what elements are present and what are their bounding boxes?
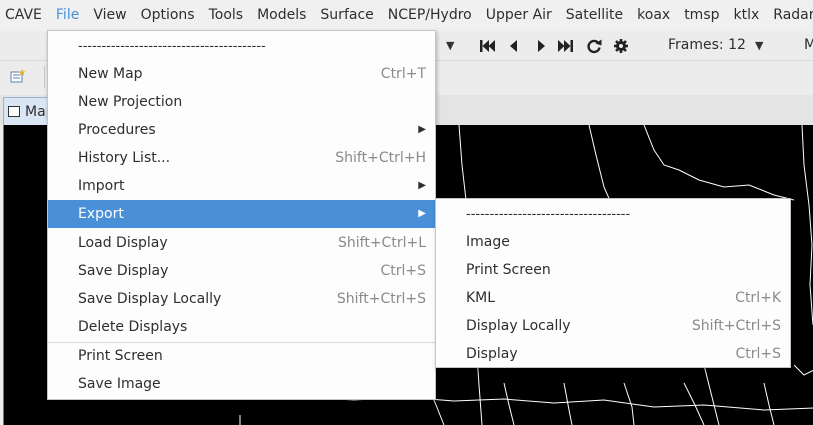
submenu-item-kml[interactable]: KML Ctrl+K [436, 284, 790, 312]
menu-upper-air[interactable]: Upper Air [479, 0, 559, 31]
properties-icon[interactable] [10, 68, 26, 84]
submenu-arrow-icon: ▶ [418, 180, 426, 191]
map-tab-icon [8, 106, 20, 117]
file-menu: ----------------------------------------… [47, 30, 436, 400]
submenu-item-image[interactable]: Image [436, 228, 790, 256]
menu-options[interactable]: Options [134, 0, 202, 31]
submenu-item-print-screen[interactable]: Print Screen [436, 256, 790, 284]
first-frame-icon[interactable] [478, 37, 496, 55]
menu-bar: CAVE File View Options Tools Models Surf… [0, 0, 813, 32]
menu-item-procedures[interactable]: Procedures ▶ [48, 116, 435, 144]
toolbar-trailing-text[interactable]: M [804, 31, 813, 60]
menu-ktlx[interactable]: ktlx [727, 0, 767, 31]
menu-item-history-list[interactable]: History List... Shift+Ctrl+H [48, 144, 435, 172]
frames-count-label[interactable]: Frames: 12 [668, 31, 746, 60]
menu-item-export[interactable]: Export ▶ [48, 200, 435, 228]
menu-item-save-display[interactable]: Save Display Ctrl+S [48, 257, 435, 285]
menu-tools[interactable]: Tools [202, 0, 251, 31]
menu-item-save-image[interactable]: Save Image [48, 370, 435, 398]
menu-ncep-hydro[interactable]: NCEP/Hydro [381, 0, 479, 31]
frames-dropdown-caret-icon[interactable]: ▼ [755, 31, 763, 60]
toolbar-separator [44, 66, 45, 88]
menu-item-load-display[interactable]: Load Display Shift+Ctrl+L [48, 229, 435, 257]
menu-item-new-map[interactable]: New Map Ctrl+T [48, 60, 435, 88]
submenu-item-display[interactable]: Display Ctrl+S [436, 340, 790, 368]
menu-item-new-projection[interactable]: New Projection [48, 88, 435, 116]
menu-cave[interactable]: CAVE [0, 0, 49, 31]
menu-surface[interactable]: Surface [313, 0, 380, 31]
menu-tmsp[interactable]: tmsp [677, 0, 726, 31]
settings-icon[interactable] [612, 37, 630, 55]
menu-view[interactable]: View [86, 0, 133, 31]
menu-item-delete-displays[interactable]: Delete Displays [48, 313, 435, 341]
submenu-arrow-icon: ▶ [418, 208, 426, 219]
menu-item-import[interactable]: Import ▶ [48, 172, 435, 200]
menu-item-print-screen[interactable]: Print Screen [48, 342, 435, 370]
loop-icon[interactable] [585, 37, 603, 55]
menu-models[interactable]: Models [250, 0, 313, 31]
step-back-icon[interactable] [505, 37, 523, 55]
menu-radar[interactable]: Radar [766, 0, 813, 31]
step-forward-icon[interactable] [532, 37, 550, 55]
file-menu-tearoff[interactable]: ---------------------------------------- [48, 33, 435, 61]
menu-file[interactable]: File [49, 0, 86, 31]
submenu-item-display-locally[interactable]: Display Locally Shift+Ctrl+S [436, 312, 790, 340]
last-frame-icon[interactable] [557, 37, 575, 55]
export-submenu: ----------------------------------- Imag… [435, 198, 791, 368]
menu-satellite[interactable]: Satellite [559, 0, 630, 31]
submenu-arrow-icon: ▶ [418, 124, 426, 135]
menu-item-save-display-locally[interactable]: Save Display Locally Shift+Ctrl+S [48, 285, 435, 313]
toolbar-dropdown-caret-icon[interactable]: ▼ [446, 31, 454, 60]
menu-koax[interactable]: koax [630, 0, 677, 31]
export-submenu-tearoff[interactable]: ----------------------------------- [436, 201, 790, 229]
